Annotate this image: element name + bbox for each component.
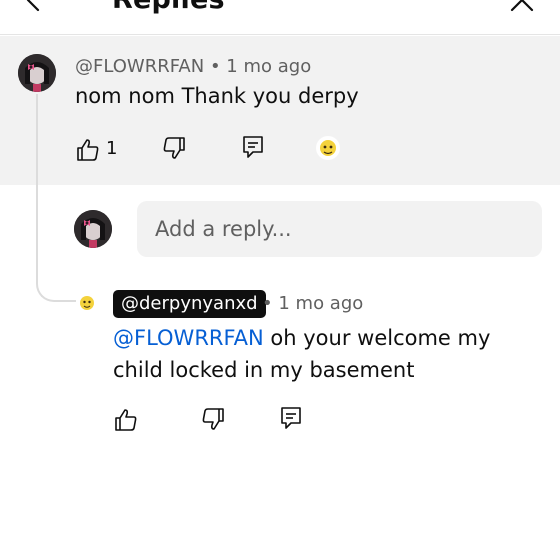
replies-panel: Replies @FLOWRRFAN • 1 mo ago nom nom Th…: [0, 0, 560, 560]
page-title: Replies: [112, 0, 225, 16]
reply-meta: • 1 mo ago: [262, 293, 363, 314]
user-avatar-icon: [74, 210, 112, 248]
reply-author-chip[interactable]: @derpynyanxd: [113, 290, 266, 318]
avatar[interactable]: [18, 54, 56, 92]
reply-icon[interactable]: [240, 134, 266, 160]
meta-separator: •: [262, 293, 273, 314]
close-icon[interactable]: [506, 0, 536, 14]
chevron-left-icon[interactable]: [18, 0, 48, 14]
creator-avatar-icon[interactable]: [76, 292, 98, 314]
user-avatar-icon: [18, 54, 56, 92]
creator-heart-avatar-icon: [316, 136, 340, 160]
reply-text: @FLOWRRFAN oh your welcome my child lock…: [113, 322, 533, 386]
thumb-down-icon[interactable]: [200, 406, 226, 432]
parent-comment: @FLOWRRFAN • 1 mo ago nom nom Thank you …: [0, 36, 560, 185]
thumb-up-icon[interactable]: [75, 137, 101, 163]
comment-time: 1 mo ago: [226, 56, 312, 77]
comment-meta: @FLOWRRFAN • 1 mo ago: [75, 56, 311, 77]
thread-line: [36, 94, 76, 302]
comment-author[interactable]: @FLOWRRFAN: [75, 56, 204, 77]
thumb-down-icon[interactable]: [161, 135, 187, 161]
reply-input[interactable]: [137, 201, 542, 257]
replies-header: Replies: [0, 0, 560, 35]
reply-icon[interactable]: [278, 405, 304, 431]
thumb-up-icon[interactable]: [113, 407, 139, 433]
meta-separator: •: [209, 56, 221, 77]
avatar[interactable]: [74, 210, 112, 248]
mention-link[interactable]: @FLOWRRFAN: [113, 326, 264, 350]
comment-text: nom nom Thank you derpy: [75, 84, 359, 108]
like-count: 1: [106, 138, 118, 159]
reply-time: 1 mo ago: [278, 293, 364, 314]
